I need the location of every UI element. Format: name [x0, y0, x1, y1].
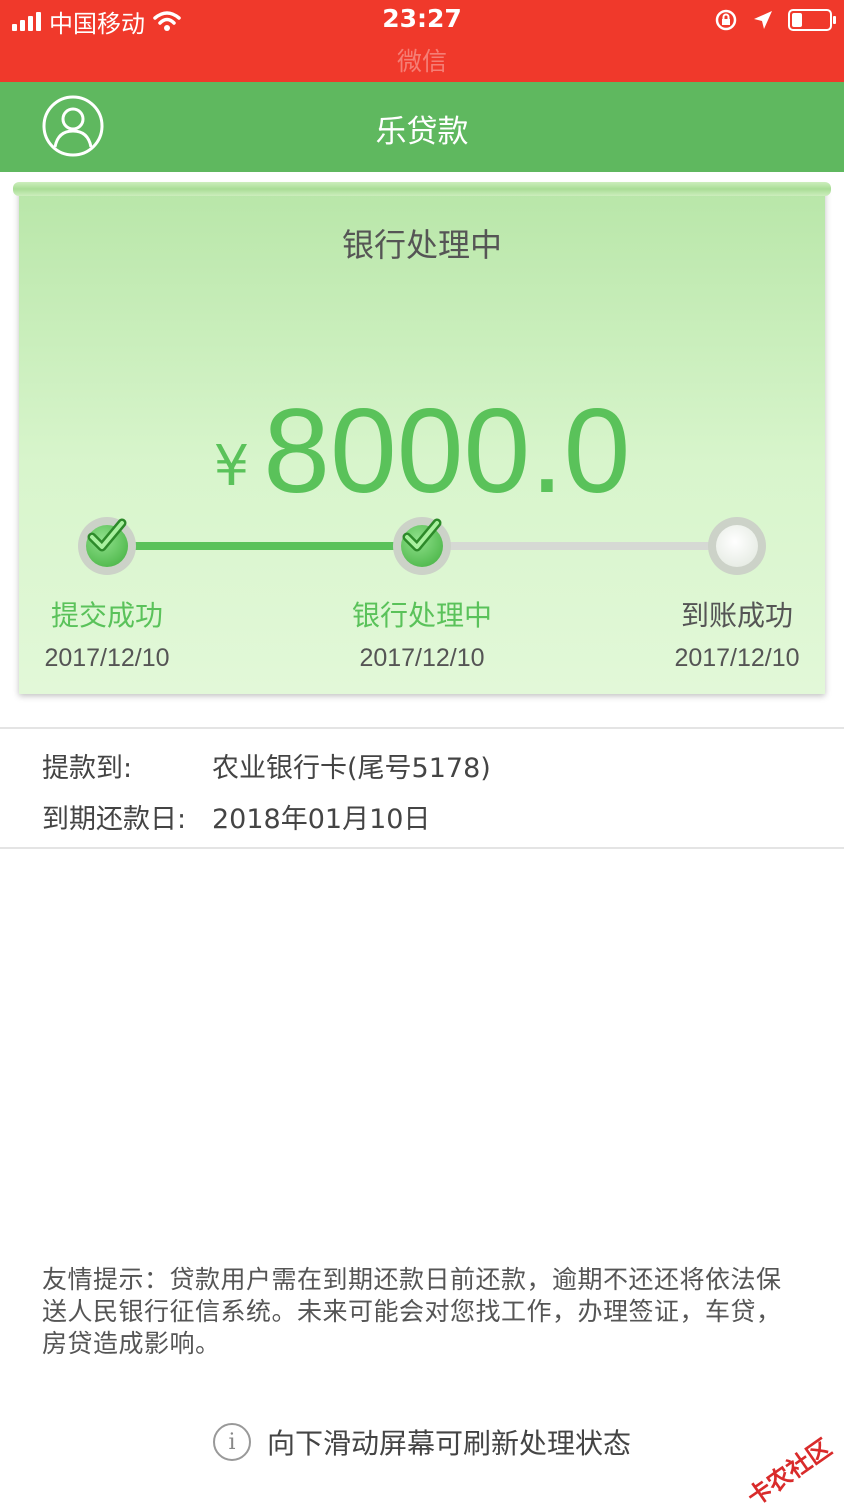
status-bar: 中国移动 23:27 微信	[0, 0, 844, 82]
nav-bar: 乐贷款	[0, 82, 844, 172]
step-3-date: 2017/12/10	[674, 644, 800, 672]
info-icon: i	[212, 1423, 251, 1461]
due-date-value: 2018年01月10日	[212, 804, 431, 835]
step-1-check-icon	[78, 517, 136, 575]
progress-fill	[107, 542, 422, 550]
amount-value: 8000.0	[263, 384, 631, 518]
withdraw-account: 农业银行卡(尾号5178)	[212, 753, 491, 784]
battery-icon	[788, 9, 836, 31]
card-scroll-top	[13, 182, 831, 196]
page-title: 乐贷款	[375, 114, 469, 150]
step-3-label: 到账成功	[680, 599, 793, 632]
loan-amount: ¥8000.0	[19, 382, 825, 520]
divider	[0, 847, 844, 849]
loan-status-card: 银行处理中 ¥8000.0 提交成功 银行处理中 到账成功 2017/12/10…	[13, 182, 831, 694]
notice-text: 友情提示：贷款用户需在到期还款日前还款，逾期不还还将依法保送人民银行征信系统。未…	[42, 1265, 782, 1358]
step-2-date: 2017/12/10	[359, 644, 485, 672]
divider	[0, 727, 844, 729]
refresh-hint-text: 向下滑动屏幕可刷新处理状态	[266, 1427, 631, 1460]
step-2-label: 银行处理中	[351, 599, 492, 632]
step-2-check-icon	[393, 517, 451, 575]
back-to-wechat[interactable]: 微信	[0, 42, 844, 78]
refresh-hint: i 向下滑动屏幕可刷新处理状态	[0, 1420, 844, 1464]
rotation-lock-icon	[715, 9, 737, 31]
card-status-title: 银行处理中	[341, 226, 502, 264]
status-right	[714, 8, 836, 32]
location-arrow-icon	[754, 11, 772, 29]
withdraw-label: 提款到:	[42, 753, 133, 784]
step-3-pending-icon	[708, 517, 766, 575]
step-1-date: 2017/12/10	[44, 644, 170, 672]
due-date-label: 到期还款日:	[42, 804, 187, 835]
step-1-label: 提交成功	[50, 599, 163, 632]
currency-symbol: ¥	[213, 434, 250, 499]
